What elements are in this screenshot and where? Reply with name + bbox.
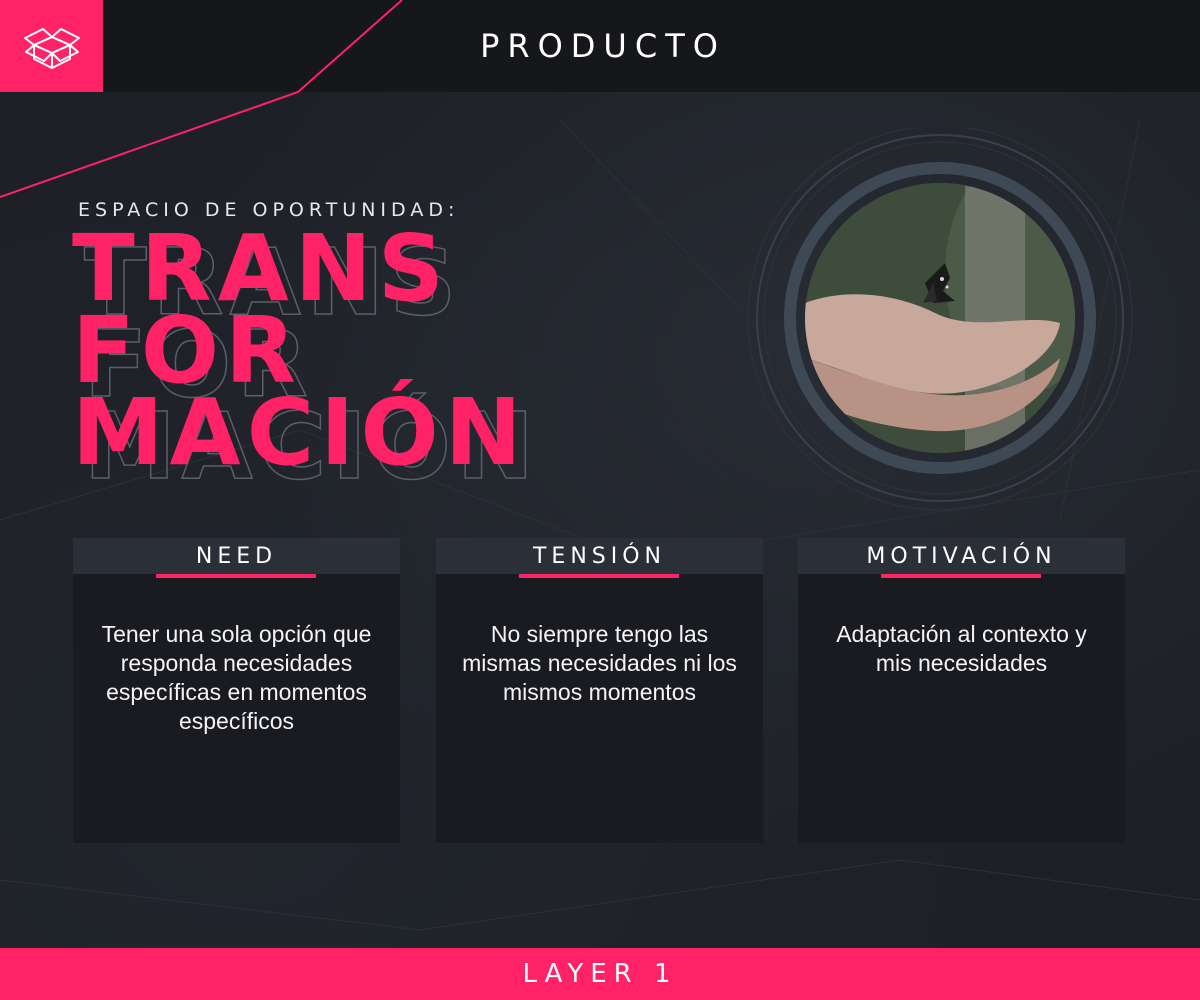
footer-layer-label: LAYER 1 xyxy=(0,948,1200,1000)
card-motivation: MOTIVACIÓN Adaptación al contexto y mis … xyxy=(798,538,1125,843)
card-tension-underline xyxy=(519,574,679,578)
card-motivation-text: Adaptación al contexto y mis necesidades xyxy=(836,621,1087,676)
hero-photo-frame xyxy=(745,128,1140,523)
accent-diagonal-line xyxy=(0,0,403,198)
card-need-title: NEED xyxy=(73,538,400,574)
card-need-underline xyxy=(156,574,316,578)
hands-holding-butterfly-photo xyxy=(805,183,1075,453)
card-motivation-underline xyxy=(881,574,1041,578)
card-motivation-title: MOTIVACIÓN xyxy=(798,538,1125,574)
card-tension: TENSIÓN No siempre tengo las mismas nece… xyxy=(436,538,763,843)
card-need-text: Tener una sola opción que responda neces… xyxy=(101,621,372,734)
butterfly-hands-illustration xyxy=(805,183,1075,453)
headline-line-3-fill: MACIÓN xyxy=(72,379,528,486)
card-tension-title: TENSIÓN xyxy=(436,538,763,574)
card-tension-text: No siempre tengo las mismas necesidades … xyxy=(462,621,737,705)
card-need: NEED Tener una sola opción que responda … xyxy=(73,538,400,843)
